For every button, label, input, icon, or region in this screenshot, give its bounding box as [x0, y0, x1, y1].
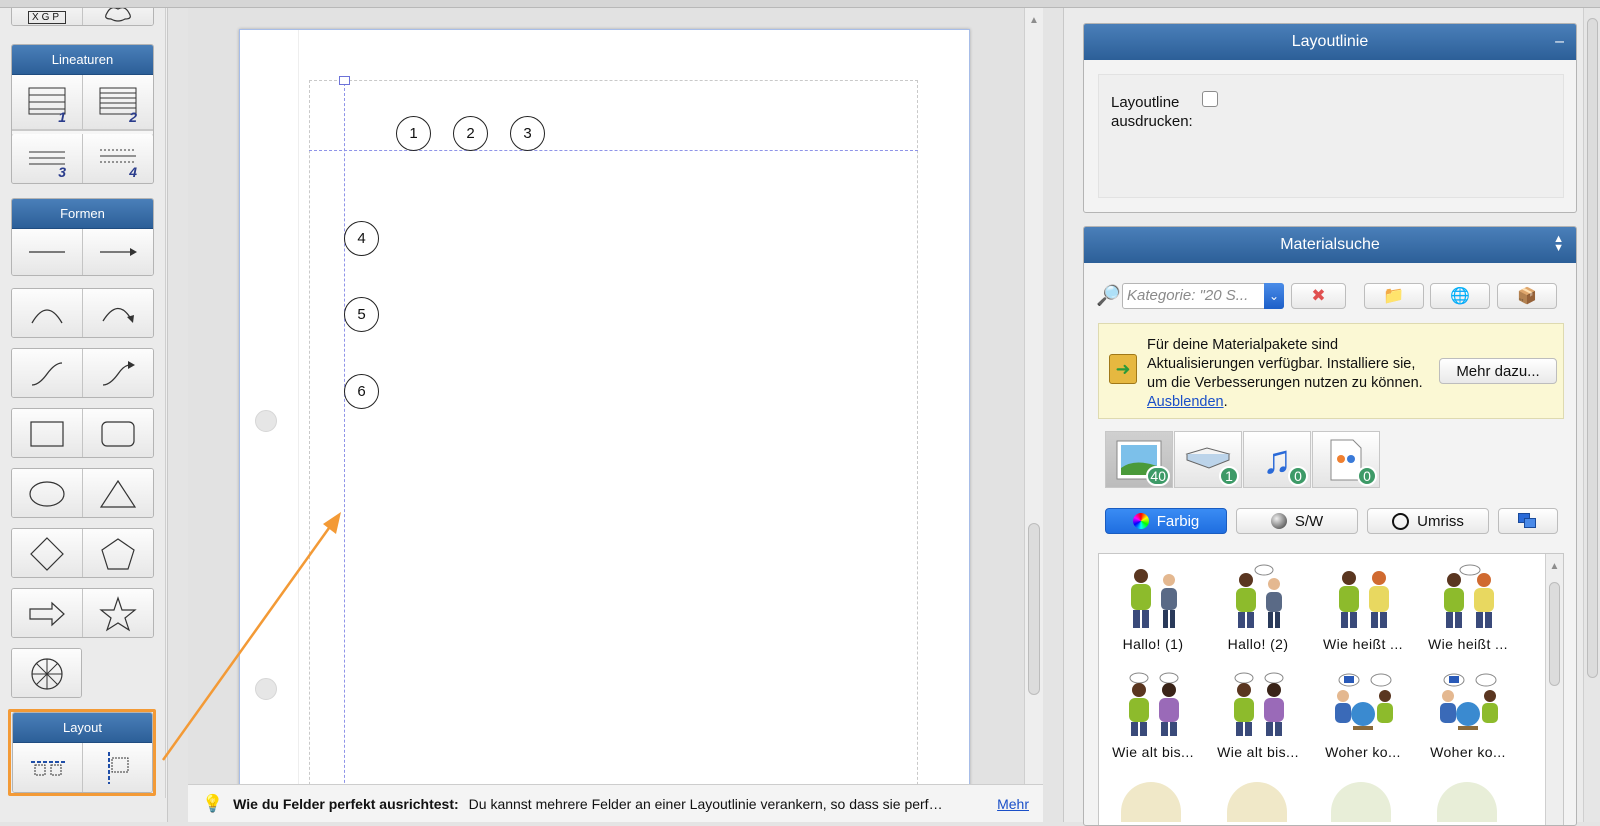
close-icon: ✖	[1311, 286, 1326, 305]
music-tab[interactable]: ♫ 0	[1243, 431, 1311, 488]
update-notice: ➜ Für deine Materialpakete sind Aktualis…	[1098, 323, 1564, 419]
two-people-talking-icon	[1236, 564, 1282, 628]
right-panel: Layoutlinie – Layoutline ausdrucken: Mat…	[1063, 8, 1600, 826]
materialsuche-header: Materialsuche ▲ ▼	[1084, 227, 1576, 263]
books-tab[interactable]: 1	[1174, 431, 1242, 488]
print-label-line-2: ausdrucken:	[1111, 113, 1193, 130]
bw-sphere-icon	[1270, 513, 1287, 529]
result-item[interactable]: Wie heißt ...	[1416, 564, 1520, 652]
folder-add-button[interactable]: 📁	[1364, 283, 1424, 309]
filter-color-label: Farbig	[1156, 512, 1200, 530]
books-count-badge: 1	[1219, 466, 1239, 486]
package-update-icon: ➜	[1109, 354, 1137, 384]
notice-text-block: Für deine Materialpakete sind Aktualisie…	[1147, 336, 1435, 412]
right-scrollbar-thumb[interactable]	[1587, 18, 1598, 678]
result-label: Hallo! (2)	[1227, 636, 1289, 652]
results-scrollbar-thumb[interactable]	[1549, 582, 1560, 686]
result-item[interactable]: Hallo! (2)	[1206, 564, 1310, 652]
result-label: Wie alt bis...	[1112, 744, 1194, 760]
globe-icon: 🌐	[1450, 288, 1470, 305]
folder-add-icon: 📁	[1383, 286, 1405, 305]
stacked-windows-icon	[1518, 513, 1538, 529]
result-item[interactable]: Woher ko...	[1416, 672, 1520, 760]
filter-bw-button[interactable]: S/W	[1236, 508, 1358, 534]
documents-count-badge: 0	[1357, 466, 1377, 486]
result-label: Hallo! (1)	[1122, 636, 1184, 652]
result-label: Woher ko...	[1325, 744, 1401, 760]
tip-text: Du kannst mehrere Felder an einer Layout…	[468, 795, 943, 812]
results-grid: Hallo! (1) Hallo! (2) Wie heißt ... Wie …	[1098, 553, 1564, 825]
view-mode-button[interactable]	[1498, 508, 1558, 534]
layoutlinie-header: Layoutlinie –	[1084, 24, 1576, 60]
right-panel-scrollbar[interactable]	[1583, 8, 1600, 822]
result-item-partial[interactable]	[1331, 782, 1391, 822]
color-wheel-icon	[1132, 513, 1149, 529]
print-layout-line-checkbox[interactable]	[1202, 91, 1218, 107]
result-label: Woher ko...	[1430, 744, 1506, 760]
outline-circle-icon	[1392, 512, 1410, 530]
sort-updown-icon[interactable]: ▲ ▼	[1553, 234, 1564, 254]
result-item[interactable]: Woher ko...	[1311, 672, 1415, 760]
print-label-line-1: Layoutline	[1111, 94, 1180, 111]
package-search-icon: 📦	[1517, 288, 1537, 305]
result-item-partial[interactable]	[1121, 782, 1181, 822]
result-item[interactable]: Wie alt bis...	[1206, 672, 1310, 760]
result-item[interactable]: Wie alt bis...	[1101, 672, 1205, 760]
result-item-partial[interactable]	[1227, 782, 1287, 822]
hint-arrow-line	[161, 520, 336, 761]
people-with-globe-icon	[1335, 673, 1393, 730]
music-count-badge: 0	[1288, 466, 1308, 486]
result-label: Wie heißt ...	[1428, 636, 1508, 652]
print-layout-line-label: Layoutline ausdrucken:	[1111, 93, 1193, 131]
two-people-talking-icon	[1234, 672, 1284, 736]
two-people-talking-icon	[1339, 571, 1389, 628]
collapse-icon[interactable]: –	[1555, 24, 1564, 60]
result-label: Wie heißt ...	[1323, 636, 1403, 652]
more-info-button[interactable]: Mehr dazu...	[1439, 358, 1557, 384]
scroll-up-icon[interactable]: ▲	[1546, 558, 1563, 576]
layoutlinie-panel: Layoutlinie – Layoutline ausdrucken:	[1083, 23, 1577, 213]
clear-search-button[interactable]: ✖	[1291, 283, 1346, 309]
notice-text: Für deine Materialpakete sind Aktualisie…	[1147, 337, 1423, 391]
people-with-globe-icon	[1440, 673, 1498, 730]
filter-outline-label: Umriss	[1417, 512, 1464, 530]
hide-notice-link[interactable]: Ausblenden	[1147, 394, 1224, 410]
filter-color-button[interactable]: Farbig	[1105, 508, 1227, 534]
result-label: Wie alt bis...	[1217, 744, 1299, 760]
tip-bar: 💡 Wie du Felder perfekt ausrichtest: Du …	[188, 784, 1043, 822]
notice-link-suffix: .	[1223, 394, 1228, 410]
two-people-talking-icon	[1129, 672, 1179, 736]
materialsuche-panel: Materialsuche ▲ ▼ 🔎 Kategorie: "20 S... ⌄…	[1083, 226, 1577, 826]
images-count-badge: 40	[1146, 466, 1170, 486]
magnifier-icon: 🔎	[1096, 285, 1121, 307]
tip-more-link[interactable]: Mehr	[997, 796, 1029, 812]
documents-tab[interactable]: 0	[1312, 431, 1380, 488]
images-tab[interactable]: 40	[1105, 431, 1173, 488]
lightbulb-icon: 💡	[202, 793, 224, 813]
filter-bw-label: S/W	[1294, 512, 1324, 530]
tip-title: Wie du Felder perfekt ausrichtest:	[233, 795, 459, 812]
results-scrollbar[interactable]: ▲	[1545, 554, 1563, 825]
two-people-talking-icon	[1444, 564, 1494, 628]
package-search-button[interactable]: 📦	[1497, 283, 1557, 309]
result-item[interactable]: Hallo! (1)	[1101, 564, 1205, 652]
globe-button[interactable]: 🌐	[1430, 283, 1490, 309]
two-people-waving-icon	[1131, 569, 1177, 628]
layoutlinie-title: Layoutlinie	[1291, 33, 1369, 50]
filter-outline-button[interactable]: Umriss	[1367, 508, 1489, 534]
result-item-partial[interactable]	[1437, 782, 1497, 822]
materialsuche-title: Materialsuche	[1280, 236, 1380, 253]
chevron-down-icon[interactable]: ⌄	[1264, 283, 1284, 309]
layoutlinie-body: Layoutline ausdrucken:	[1098, 74, 1564, 198]
category-search-input[interactable]: Kategorie: "20 S...	[1122, 283, 1284, 309]
result-item[interactable]: Wie heißt ...	[1311, 564, 1415, 652]
